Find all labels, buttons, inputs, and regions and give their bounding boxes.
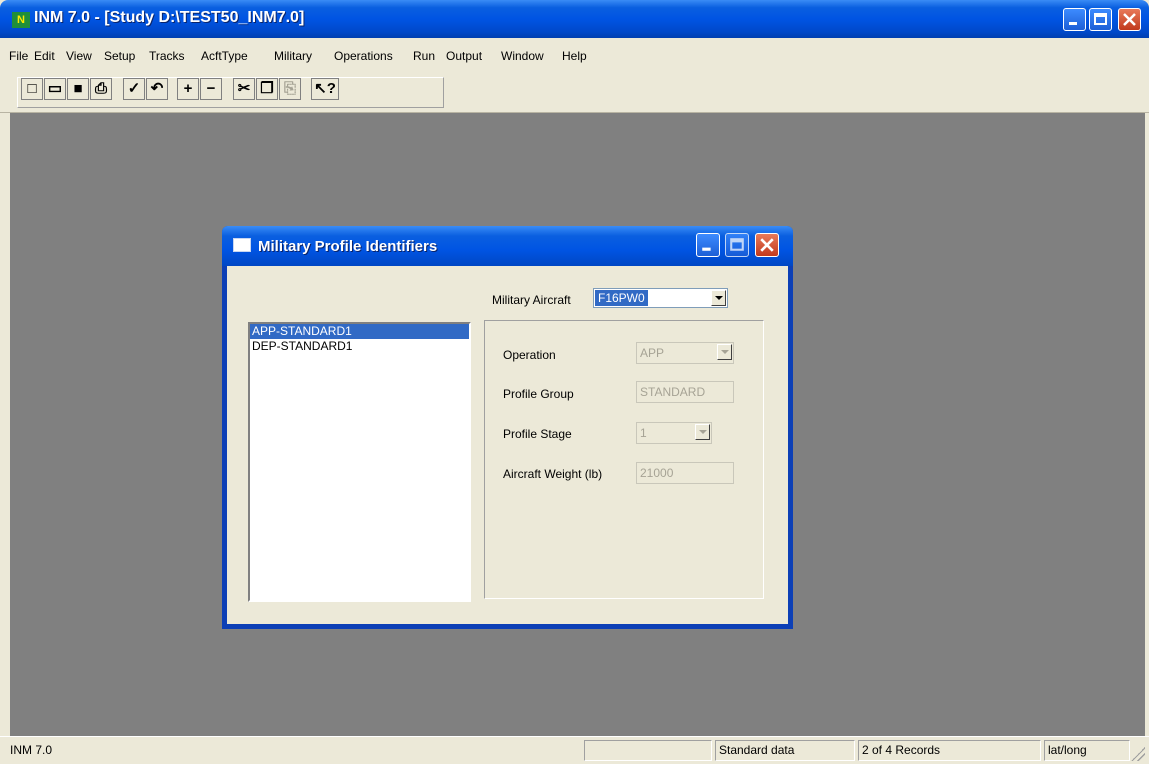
military-aircraft-value[interactable]: F16PW0 bbox=[595, 290, 648, 306]
menu-run[interactable]: Run bbox=[413, 49, 435, 63]
status-blank-pane bbox=[584, 740, 712, 761]
dialog-close-button[interactable] bbox=[755, 233, 779, 257]
profile-listbox[interactable]: APP-STANDARD1 DEP-STANDARD1 bbox=[248, 322, 471, 602]
minimize-icon bbox=[1069, 22, 1077, 25]
profile-group-field: STANDARD bbox=[636, 381, 734, 403]
maximize-button[interactable] bbox=[1089, 8, 1112, 31]
list-item[interactable]: APP-STANDARD1 bbox=[250, 324, 469, 339]
aircraft-weight-label: Aircraft Weight (lb) bbox=[503, 467, 603, 481]
menu-window[interactable]: Window bbox=[501, 49, 544, 63]
military-aircraft-label: Military Aircraft bbox=[492, 293, 571, 307]
menu-military[interactable]: Military bbox=[274, 49, 312, 63]
dialog-maximize-button[interactable] bbox=[725, 233, 749, 257]
commit-check-icon[interactable]: ✓ bbox=[123, 78, 145, 100]
maximize-icon bbox=[730, 238, 744, 251]
status-record-count: 2 of 4 Records bbox=[858, 740, 1041, 761]
profile-stage-dropdown: 1 bbox=[636, 422, 712, 444]
delete-record-icon[interactable]: − bbox=[200, 78, 222, 100]
save-disk-icon[interactable]: ■ bbox=[67, 78, 89, 100]
profile-stage-value: 1 bbox=[640, 426, 647, 440]
menu-tracks[interactable]: Tracks bbox=[149, 49, 185, 63]
new-document-icon[interactable]: □ bbox=[21, 78, 43, 100]
dialog-body: Military Aircraft F16PW0 APP-STANDARD1 D… bbox=[227, 266, 788, 624]
profile-group-value: STANDARD bbox=[640, 385, 706, 399]
menu-view[interactable]: View bbox=[66, 49, 92, 63]
dialog-window-icon[interactable] bbox=[233, 238, 251, 252]
print-icon[interactable]: ⎙ bbox=[90, 78, 112, 100]
status-coordinate-system: lat/long bbox=[1044, 740, 1130, 761]
operation-dropdown: APP bbox=[636, 342, 734, 364]
aircraft-weight-value: 21000 bbox=[640, 466, 674, 480]
status-bar: INM 7.0 Standard data 2 of 4 Records lat… bbox=[0, 736, 1149, 764]
minimize-icon bbox=[702, 247, 711, 251]
resize-grip-icon[interactable] bbox=[1131, 747, 1145, 761]
paste-icon[interactable]: ⎘ bbox=[279, 78, 301, 100]
operation-label: Operation bbox=[503, 348, 556, 362]
status-app-name: INM 7.0 bbox=[10, 743, 53, 757]
maximize-icon bbox=[1094, 13, 1107, 25]
operation-value: APP bbox=[640, 346, 665, 360]
open-folder-icon[interactable]: ▭ bbox=[44, 78, 66, 100]
close-icon bbox=[760, 238, 774, 252]
menu-acfttype[interactable]: AcftType bbox=[201, 49, 248, 63]
toolbar: □ ▭ ■ ⎙ ✓ ↶ + − ✂ ❐ ⎘ ↖? bbox=[0, 72, 1149, 113]
context-help-icon[interactable]: ↖? bbox=[311, 78, 339, 100]
status-data-source: Standard data bbox=[715, 740, 855, 761]
menu-output[interactable]: Output bbox=[446, 49, 482, 63]
window-title: INM 7.0 - [Study D:\TEST50_INM7.0] bbox=[34, 9, 305, 26]
menu-bar: File Edit View Setup Tracks AcftType Mil… bbox=[0, 38, 1149, 72]
menu-setup[interactable]: Setup bbox=[104, 49, 135, 63]
chevron-down-icon[interactable] bbox=[711, 290, 726, 306]
chevron-down-icon bbox=[717, 344, 732, 360]
dialog-title: Military Profile Identifiers bbox=[258, 238, 438, 255]
undo-icon[interactable]: ↶ bbox=[146, 78, 168, 100]
close-button[interactable] bbox=[1118, 8, 1141, 31]
dialog-minimize-button[interactable] bbox=[696, 233, 720, 257]
military-aircraft-dropdown[interactable]: F16PW0 bbox=[593, 288, 728, 308]
menu-edit[interactable]: Edit bbox=[34, 49, 55, 63]
chevron-down-icon bbox=[695, 424, 710, 440]
copy-icon[interactable]: ❐ bbox=[256, 78, 278, 100]
list-item[interactable]: DEP-STANDARD1 bbox=[250, 339, 469, 354]
menu-file[interactable]: File bbox=[9, 49, 28, 63]
menu-operations[interactable]: Operations bbox=[334, 49, 393, 63]
menu-help[interactable]: Help bbox=[562, 49, 587, 63]
military-profile-dialog: Military Profile Identifiers Military Ai… bbox=[222, 226, 793, 629]
inm-app-icon[interactable]: N bbox=[12, 12, 30, 28]
main-title-bar[interactable]: N INM 7.0 - [Study D:\TEST50_INM7.0] bbox=[0, 0, 1149, 38]
add-record-icon[interactable]: + bbox=[177, 78, 199, 100]
profile-stage-label: Profile Stage bbox=[503, 427, 572, 441]
aircraft-weight-field: 21000 bbox=[636, 462, 734, 484]
profile-details-group: Operation APP Profile Group STANDARD Pro… bbox=[484, 320, 764, 599]
dialog-title-bar[interactable]: Military Profile Identifiers bbox=[222, 226, 793, 266]
profile-group-label: Profile Group bbox=[503, 387, 574, 401]
cut-icon[interactable]: ✂ bbox=[233, 78, 255, 100]
minimize-button[interactable] bbox=[1063, 8, 1086, 31]
close-icon bbox=[1123, 13, 1136, 26]
